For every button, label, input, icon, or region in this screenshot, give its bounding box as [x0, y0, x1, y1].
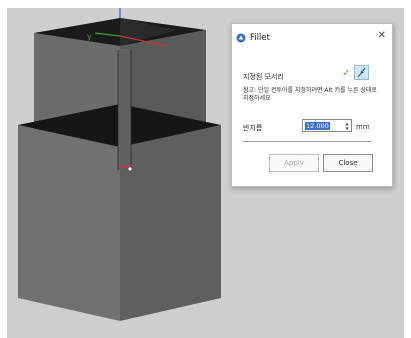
y-axis-label: y — [87, 32, 92, 41]
lower-block-right-face — [120, 125, 221, 321]
check-icon: ✓ — [342, 68, 351, 79]
close-button[interactable]: Close — [323, 154, 373, 172]
apply-button[interactable]: Apply — [269, 154, 319, 172]
radius-label: 반지름 — [243, 124, 263, 132]
radius-spinner[interactable]: ▲ ▼ — [344, 121, 350, 131]
close-icon[interactable]: ✕ — [378, 31, 386, 41]
alt-key-hint: 참고: 단일 컨투어를 지정하려면 Alt 키를 누른 상태로 지정하세요 — [243, 87, 377, 102]
select-edge-button[interactable] — [354, 65, 369, 80]
fillet-app-icon — [236, 33, 246, 43]
neck-slot — [118, 50, 131, 170]
radius-value: 12.000 — [305, 122, 330, 130]
lower-block-left-face — [18, 125, 120, 321]
cursor-point — [127, 166, 133, 172]
select-edge-icon — [357, 67, 366, 78]
edge-label: 지정된 모서리 — [243, 73, 284, 81]
radius-input[interactable]: 12.000 ▲ ▼ — [302, 119, 352, 132]
fillet-dialog: Fillet ✕ 지정된 모서리 ✓ 참고: 단일 컨투어를 지정하려면 Alt… — [231, 23, 393, 187]
radius-unit: mm — [356, 123, 370, 131]
dialog-title: Fillet — [250, 33, 270, 43]
dialog-divider — [243, 141, 371, 142]
dialog-title-bar: Fillet — [236, 32, 270, 44]
